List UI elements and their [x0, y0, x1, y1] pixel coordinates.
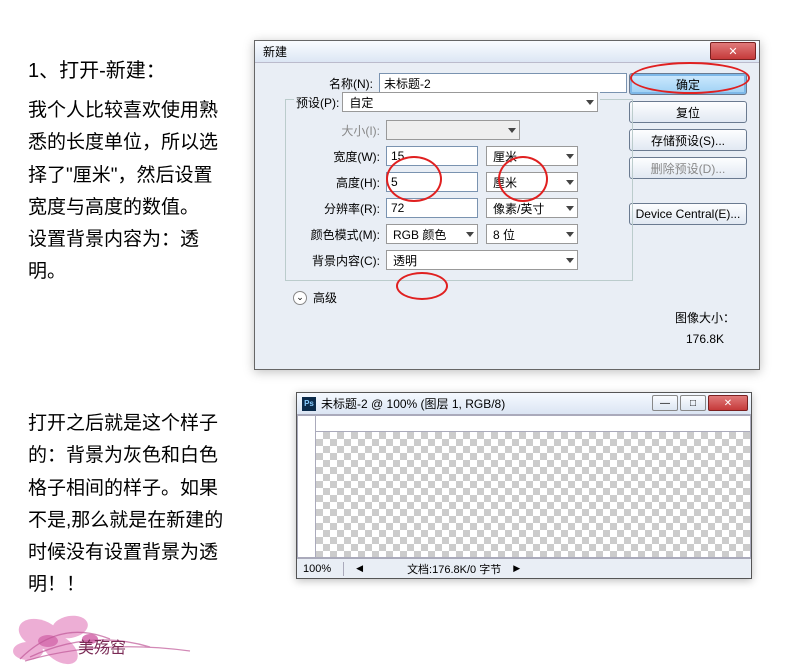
preset-fieldset: 预设(P): 自定 大小(I): 宽度(W): 厘米: [285, 99, 633, 281]
dialog-title: 新建: [263, 43, 287, 60]
scroll-icon[interactable]: ◀: [356, 563, 363, 574]
bgcontent-label: 背景内容(C):: [296, 252, 386, 269]
device-central-button[interactable]: Device Central(E)...: [629, 203, 747, 225]
chevron-down-icon: [566, 258, 574, 263]
preset-select[interactable]: 自定: [342, 92, 598, 112]
maximize-icon: □: [690, 398, 696, 409]
chevron-down-icon: [508, 128, 516, 133]
zoom-level[interactable]: 100%: [303, 563, 331, 575]
dialog-titlebar[interactable]: 新建 ✕: [255, 41, 759, 63]
instruction-text-2: 打开之后就是这个样子的：背景为灰色和白色格子相间的样子。如果不是,那么就是在新建…: [28, 408, 228, 602]
status-bar: 100% ◀ 文档:176.8K/0 字节 ▶: [297, 558, 751, 578]
bitdepth-value: 8 位: [493, 226, 515, 243]
colormode-value: RGB 颜色: [393, 226, 446, 243]
ok-button[interactable]: 确定: [629, 73, 747, 95]
chevron-down-icon: [586, 100, 594, 105]
height-unit-value: 厘米: [493, 174, 517, 191]
chevron-down-icon: [566, 206, 574, 211]
new-document-dialog: 新建 ✕ 确定 复位 存储预设(S)... 删除预设(D)... Device …: [254, 40, 760, 370]
delete-preset-button: 删除预设(D)...: [629, 157, 747, 179]
transparent-canvas[interactable]: [316, 432, 750, 557]
resolution-input[interactable]: [386, 198, 478, 218]
bgcontent-value: 透明: [393, 252, 417, 269]
vertical-ruler[interactable]: [298, 416, 316, 557]
bitdepth-select[interactable]: 8 位: [486, 224, 578, 244]
preset-label: 预设(P):: [296, 94, 339, 111]
close-icon: ✕: [728, 45, 737, 58]
heading-text: 1、打开-新建：: [28, 54, 228, 83]
size-label: 大小(I):: [296, 122, 386, 139]
height-label: 高度(H):: [296, 174, 386, 191]
expand-icon: ⌄: [293, 291, 307, 305]
resolution-label: 分辨率(R):: [296, 200, 386, 217]
chevron-down-icon: [566, 232, 574, 237]
close-button[interactable]: ✕: [710, 42, 756, 60]
chevron-down-icon: [566, 154, 574, 159]
canvas-area: [297, 415, 751, 558]
minimize-icon: —: [660, 398, 670, 409]
document-window: Ps 未标题-2 @ 100% (图层 1, RGB/8) — □ ✕ 100%…: [296, 392, 752, 579]
resolution-unit-select[interactable]: 像素/英寸: [486, 198, 578, 218]
decorative-flower: 美殇窑: [0, 579, 230, 667]
image-size-info: 图像大小： 176.8K: [675, 308, 735, 351]
width-input[interactable]: [386, 146, 478, 166]
preset-value: 自定: [349, 94, 373, 111]
close-button[interactable]: ✕: [708, 395, 748, 411]
document-titlebar[interactable]: Ps 未标题-2 @ 100% (图层 1, RGB/8) — □ ✕: [297, 393, 751, 415]
name-input[interactable]: [379, 73, 627, 93]
save-preset-button[interactable]: 存储预设(S)...: [629, 129, 747, 151]
colormode-label: 颜色模式(M):: [296, 226, 386, 243]
width-label: 宽度(W):: [296, 148, 386, 165]
resolution-unit-value: 像素/英寸: [493, 200, 544, 217]
app-icon: Ps: [302, 397, 316, 411]
horizontal-ruler[interactable]: [316, 416, 750, 432]
height-unit-select[interactable]: 厘米: [486, 172, 578, 192]
info-menu-icon[interactable]: ▶: [513, 563, 520, 574]
name-label: 名称(N):: [267, 75, 379, 92]
width-unit-value: 厘米: [493, 148, 517, 165]
bgcontent-select[interactable]: 透明: [386, 250, 578, 270]
height-input[interactable]: [386, 172, 478, 192]
size-select: [386, 120, 520, 140]
document-title: 未标题-2 @ 100% (图层 1, RGB/8): [321, 395, 505, 412]
close-icon: ✕: [724, 398, 732, 409]
document-info: 文档:176.8K/0 字节: [407, 561, 501, 577]
width-unit-select[interactable]: 厘米: [486, 146, 578, 166]
chevron-down-icon: [566, 180, 574, 185]
advanced-label: 高级: [313, 289, 337, 306]
maximize-button[interactable]: □: [680, 395, 706, 411]
reset-button[interactable]: 复位: [629, 101, 747, 123]
imagesize-label: 图像大小：: [675, 308, 735, 330]
chevron-down-icon: [466, 232, 474, 237]
minimize-button[interactable]: —: [652, 395, 678, 411]
advanced-toggle[interactable]: ⌄ 高级: [293, 289, 747, 306]
imagesize-value: 176.8K: [675, 329, 735, 351]
colormode-select[interactable]: RGB 颜色: [386, 224, 478, 244]
watermark-text: 美殇窑: [78, 639, 126, 657]
instruction-text-1: 我个人比较喜欢使用熟悉的长度单位，所以选择了"厘米"，然后设置宽度与高度的数值。…: [28, 95, 228, 289]
